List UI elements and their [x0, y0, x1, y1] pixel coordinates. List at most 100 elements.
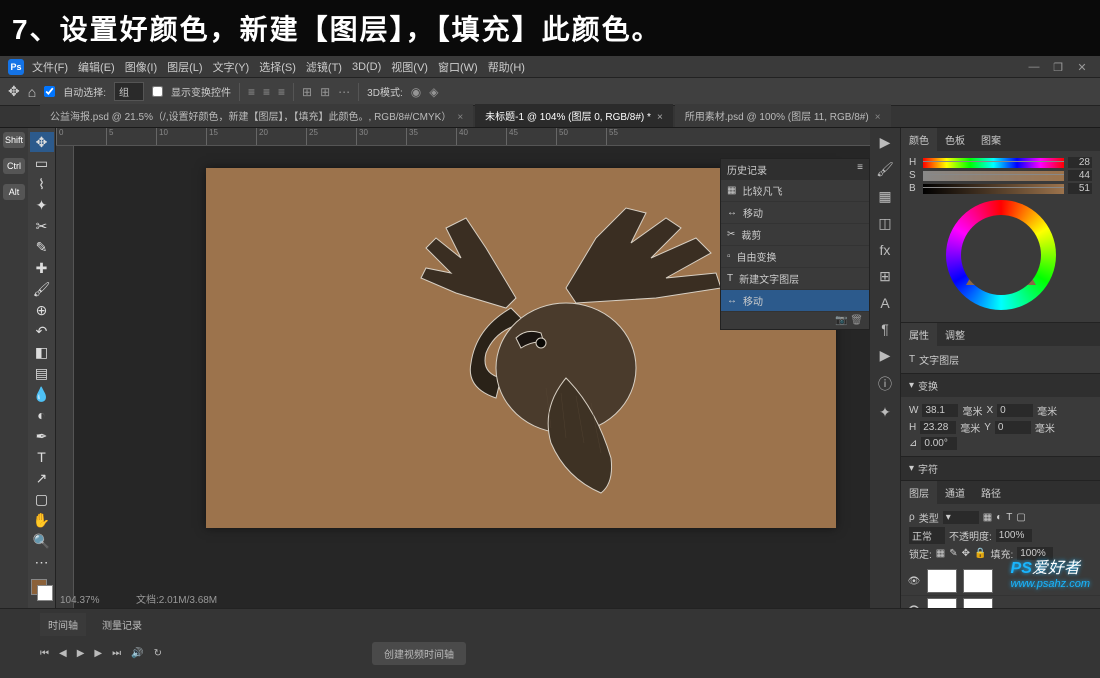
eraser-tool[interactable]: ◧: [30, 342, 54, 362]
auto-select-dropdown[interactable]: 组: [114, 82, 144, 101]
brush-panel-icon[interactable]: 🖌: [876, 161, 894, 178]
window-minimize[interactable]: —: [1024, 61, 1044, 73]
swatches-tab[interactable]: 色板: [937, 128, 973, 151]
history-brush-tool[interactable]: ↶: [30, 321, 54, 341]
create-timeline-button[interactable]: 创建视频时间轴: [372, 642, 466, 665]
y-field[interactable]: 0: [995, 421, 1031, 434]
3d-icon[interactable]: ◉: [411, 85, 421, 99]
filter-kind[interactable]: ▾: [943, 511, 979, 524]
doc-tab[interactable]: 公益海报.psd @ 21.5%（/,设置好颜色，新建【图层】，【填充】此颜色。…: [40, 104, 473, 127]
marquee-tool[interactable]: ▭: [30, 153, 54, 173]
paths-tab[interactable]: 路径: [973, 481, 1009, 504]
home-icon[interactable]: ⌂: [28, 84, 36, 100]
opacity-field[interactable]: 100%: [996, 529, 1032, 542]
sat-value[interactable]: 44: [1068, 170, 1092, 181]
first-frame-icon[interactable]: ⏮: [40, 648, 49, 659]
actions-panel-icon[interactable]: ▶: [880, 347, 891, 364]
dodge-tool[interactable]: ◐: [30, 405, 54, 425]
gradient-tool[interactable]: ▤: [30, 363, 54, 383]
distribute-icon[interactable]: ⊞: [320, 85, 330, 99]
last-frame-icon[interactable]: ⏭: [112, 648, 121, 659]
doc-tab[interactable]: 所用素材.psd @ 100% (图层 11, RGB/8#)×: [675, 104, 891, 127]
lock-icon[interactable]: ✥: [962, 548, 970, 559]
history-item[interactable]: T新建文字图层: [721, 268, 869, 290]
loop-icon[interactable]: ↻: [154, 648, 162, 659]
filter-icon[interactable]: T: [1006, 512, 1012, 523]
blend-mode[interactable]: 正常: [909, 527, 945, 544]
styles-panel-icon[interactable]: fx: [880, 242, 891, 258]
menu-file[interactable]: 文件(F): [32, 59, 68, 75]
pen-tool[interactable]: ✒: [30, 426, 54, 446]
visibility-toggle[interactable]: 👁: [907, 605, 921, 609]
color-wheel[interactable]: [946, 200, 1056, 310]
show-transform-checkbox[interactable]: [152, 86, 163, 97]
libraries-panel-icon[interactable]: ◫: [878, 215, 891, 232]
lasso-tool[interactable]: ⌇: [30, 174, 54, 194]
next-frame-icon[interactable]: ▶: [94, 648, 102, 659]
timeline-tab[interactable]: 时间轴: [40, 613, 86, 636]
adjustments-tab[interactable]: 调整: [937, 323, 973, 346]
history-item[interactable]: ↔移动: [721, 202, 869, 224]
lock-icon[interactable]: ✎: [949, 548, 957, 559]
lock-icon[interactable]: ▦: [936, 548, 945, 559]
stamp-tool[interactable]: ⊕: [30, 300, 54, 320]
menu-type[interactable]: 文字(Y): [213, 59, 250, 75]
align-icon[interactable]: ≡: [248, 85, 255, 99]
menu-select[interactable]: 选择(S): [259, 59, 296, 75]
prev-frame-icon[interactable]: ◀: [59, 648, 67, 659]
menu-layer[interactable]: 图层(L): [167, 59, 202, 75]
angle-field[interactable]: 0.00°: [921, 437, 957, 450]
history-item[interactable]: ↔移动: [721, 290, 869, 312]
mask-thumb[interactable]: [963, 569, 993, 593]
align-icon[interactable]: ≡: [263, 85, 270, 99]
visibility-toggle[interactable]: 👁: [907, 576, 921, 587]
bri-value[interactable]: 51: [1068, 183, 1092, 194]
hue-value[interactable]: 28: [1068, 157, 1092, 168]
menu-view[interactable]: 视图(V): [391, 59, 428, 75]
zoom-tool[interactable]: 🔍: [30, 531, 54, 551]
doc-tab[interactable]: 未标题-1 @ 104% (图层 0, RGB/8#) *×: [475, 104, 673, 127]
layer-thumb[interactable]: [927, 598, 957, 608]
layer-row[interactable]: 👁: [901, 596, 1100, 608]
move-tool[interactable]: ✥: [30, 132, 54, 152]
healing-tool[interactable]: ✚: [30, 258, 54, 278]
info-panel-icon[interactable]: ⓘ: [878, 374, 892, 394]
close-icon[interactable]: ×: [457, 112, 463, 123]
layer-thumb[interactable]: [927, 569, 957, 593]
shape-tool[interactable]: ▢: [30, 489, 54, 509]
zoom-readout[interactable]: 104.37%: [60, 595, 99, 606]
nav-panel-icon[interactable]: ✦: [879, 404, 891, 421]
height-field[interactable]: 23.28: [920, 421, 956, 434]
layers-tab[interactable]: 图层: [901, 481, 937, 504]
play-icon[interactable]: ▶: [77, 648, 85, 659]
clone-panel-icon[interactable]: ⊞: [879, 268, 891, 285]
audio-icon[interactable]: 🔊: [131, 648, 143, 659]
expand-icon[interactable]: ▶: [880, 134, 891, 151]
crop-tool[interactable]: ✂: [30, 216, 54, 236]
path-tool[interactable]: ↗: [30, 468, 54, 488]
x-field[interactable]: 0: [997, 404, 1033, 417]
filter-icon[interactable]: ▦: [983, 512, 992, 523]
lock-icon[interactable]: 🔒: [974, 548, 986, 559]
snapshot-icon[interactable]: 📷: [835, 315, 847, 326]
char-panel-icon[interactable]: A: [880, 295, 889, 311]
collapse-icon[interactable]: ▾: [909, 380, 914, 391]
more-tools[interactable]: ⋯: [30, 552, 54, 572]
history-item[interactable]: ✂裁剪: [721, 224, 869, 246]
menu-image[interactable]: 图像(I): [125, 59, 157, 75]
align-icon[interactable]: ≡: [278, 85, 285, 99]
more-icon[interactable]: ⋯: [338, 85, 350, 99]
menu-help[interactable]: 帮助(H): [488, 59, 525, 75]
sat-slider[interactable]: [923, 171, 1064, 181]
properties-tab[interactable]: 属性: [901, 323, 937, 346]
color-tab[interactable]: 颜色: [901, 128, 937, 151]
window-restore[interactable]: ❐: [1048, 61, 1068, 73]
type-tool[interactable]: T: [30, 447, 54, 467]
background-color[interactable]: [37, 585, 53, 601]
menu-edit[interactable]: 编辑(E): [78, 59, 115, 75]
pattern-tab[interactable]: 图案: [973, 128, 1009, 151]
filter-icon[interactable]: ▢: [1016, 512, 1025, 523]
blur-tool[interactable]: 💧: [30, 384, 54, 404]
menu-3d[interactable]: 3D(D): [352, 61, 381, 73]
collapse-icon[interactable]: ▾: [909, 463, 914, 474]
